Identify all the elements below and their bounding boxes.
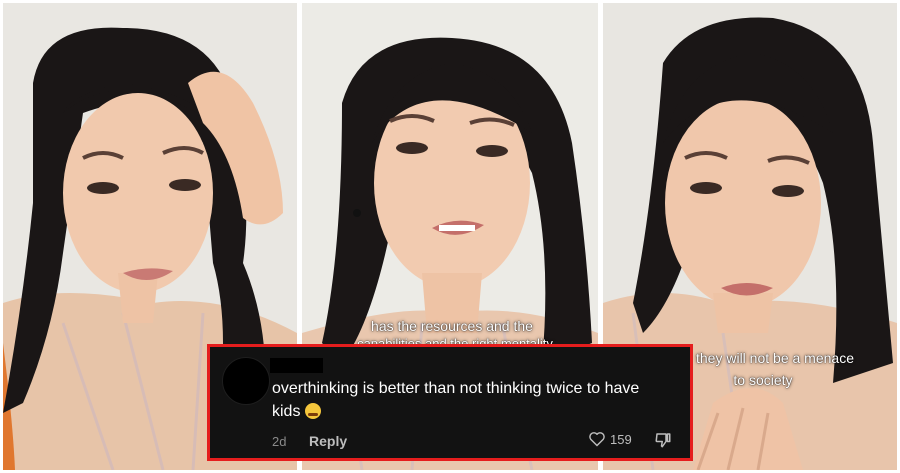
comment-card: overthinking is better than not thinking…: [207, 344, 693, 461]
comment-text: overthinking is better than not thinking…: [272, 380, 640, 420]
reply-button[interactable]: Reply: [309, 433, 347, 449]
like-count: 159: [610, 431, 632, 447]
heart-icon: [589, 432, 605, 447]
caption-panel3-line2: to society: [733, 372, 793, 388]
caption-panel2-line1: has the resources and the: [371, 318, 533, 334]
redacted-username: [270, 358, 323, 373]
huffing-face-emoji-icon: [305, 403, 322, 419]
like-button[interactable]: 159: [588, 431, 632, 447]
dislike-button[interactable]: [654, 431, 672, 454]
thumbs-down-icon: [655, 433, 671, 448]
comment-age: 2d: [272, 434, 287, 449]
comment-text-row: overthinking is better than not thinking…: [272, 377, 672, 423]
caption-panel3-line1: they will not be a menace: [696, 350, 854, 366]
avatar[interactable]: [222, 357, 270, 405]
